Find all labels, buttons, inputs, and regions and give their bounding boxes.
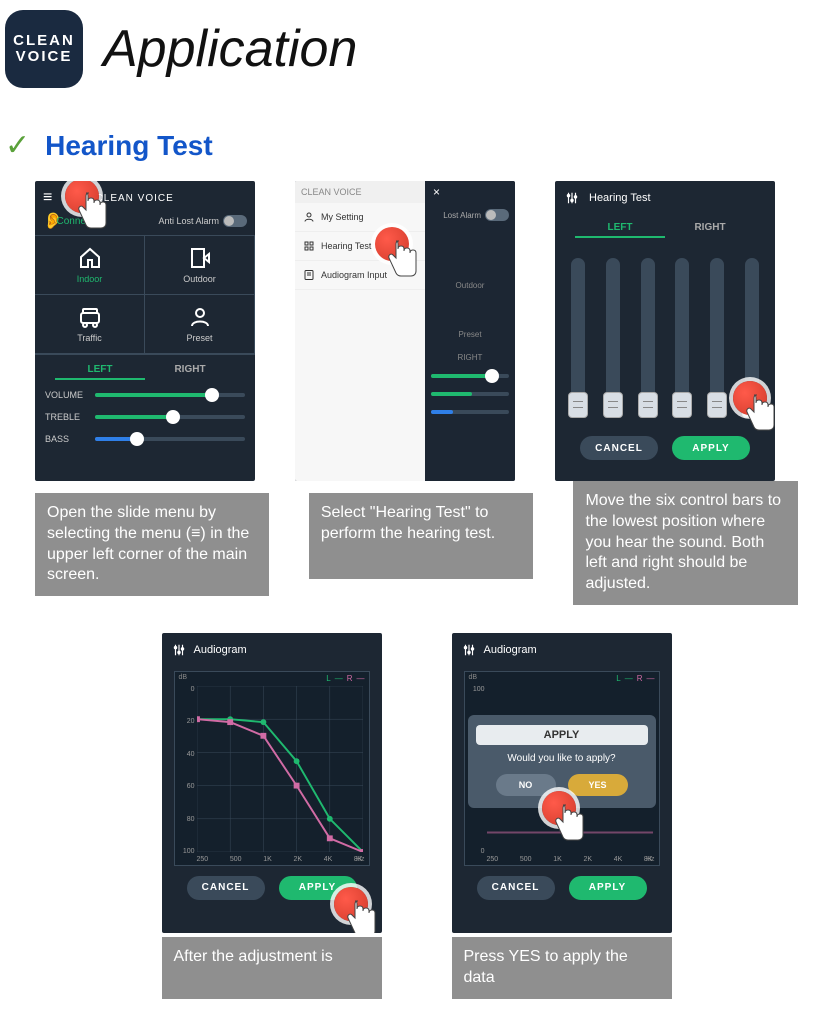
hearing-test-title: Hearing Test [589,192,651,204]
tab-right[interactable]: RIGHT [145,361,235,380]
anti-lost-toggle[interactable] [223,215,247,227]
y-axis: 020406080100 [173,686,195,855]
close-icon[interactable]: × [433,185,509,199]
page-header: CLEAN VOICE Application [0,0,833,88]
mode-preset-label: Preset [186,333,212,343]
ht-tab-left[interactable]: LEFT [575,219,665,238]
caption-2: Select "Hearing Test" to perform the hea… [309,493,534,579]
modal-text: Would you like to apply? [476,753,648,764]
x-axis: 2505001K2K4K8K [197,856,363,863]
caption-5: Press YES to apply the data [452,937,672,999]
frequency-sliders [555,248,775,418]
logo-line1: CLEAN [13,33,75,50]
menu-audiogram-input[interactable]: Audiogram Input [295,261,425,290]
audiogram-title-2: Audiogram [484,644,537,656]
legend-left: L [326,674,330,683]
menu-hearing-test-label: Hearing Test [321,241,371,251]
menu-my-setting[interactable]: My Setting [295,203,425,232]
hamburger-icon[interactable]: ≡ [43,189,52,207]
apply-button[interactable]: APPLY [569,876,647,900]
cancel-button[interactable]: CANCEL [477,876,555,900]
section-header: ✓ Hearing Test [0,128,833,163]
screenshot-audiogram: Audiogram dB Hz L — R — 020406080100 250… [162,633,382,933]
slider-volume-label: VOLUME [45,390,87,400]
sliders-icon [565,191,579,205]
page-title: Application [103,19,357,79]
caption-row-2: After the adjustment is Press YES to app… [0,937,833,999]
ear-tabs: LEFT RIGHT [35,355,255,384]
connection-status: Connected [57,216,105,227]
tab-left[interactable]: LEFT [55,361,145,380]
check-icon: ✓ [5,128,30,163]
mode-indoor[interactable]: Indoor [35,236,145,295]
caption-3: Move the six control bars to the lowest … [573,481,798,605]
slider-bass[interactable]: BASS [35,428,255,450]
slider-treble-label: TREBLE [45,412,87,422]
modal-title: APPLY [476,725,648,745]
mode-outdoor-label: Outdoor [183,274,216,284]
freq-slider-3[interactable] [641,258,655,418]
section-title: Hearing Test [45,130,213,162]
screenshot-apply-modal: Audiogram dB Hz L—R— 1000 2505001K2K4K8K… [452,633,672,933]
freq-slider-2[interactable] [606,258,620,418]
db-label: dB [179,674,188,681]
app-name-label: CLEAN VOICE [96,193,174,204]
mode-traffic-label: Traffic [77,333,102,343]
legend-right: R [347,674,353,683]
mode-traffic[interactable]: Traffic [35,295,145,354]
apply-button[interactable]: APPLY [279,876,357,900]
slide-menu: CLEAN VOICE My Setting Hearing Test Audi… [295,181,425,481]
mode-preset[interactable]: Preset [145,295,255,354]
app-logo: CLEAN VOICE [5,10,83,88]
lost-alarm-toggle[interactable] [485,209,509,221]
slide-menu-header: CLEAN VOICE [301,187,362,197]
slider-treble[interactable]: TREBLE [35,406,255,428]
audiogram-chart: dB Hz L — R — 020406080100 2505001K2K4K8… [174,671,370,866]
chart-lines [197,686,363,852]
tab-right-dim: RIGHT [425,353,515,362]
mode-grid: Indoor Outdoor Traffic Preset [35,235,255,355]
apply-button[interactable]: APPLY [672,436,750,460]
modal-no-button[interactable]: NO [496,774,556,796]
freq-slider-4[interactable] [675,258,689,418]
cancel-button[interactable]: CANCEL [187,876,265,900]
modal-yes-button[interactable]: YES [568,774,628,796]
caption-4: After the adjustment is [162,937,382,999]
logo-line2: VOICE [16,49,73,66]
caption-row-1: Open the slide menu by selecting the men… [0,481,833,605]
freq-slider-6[interactable] [745,258,759,418]
screenshot-hearing-test: Hearing Test LEFT RIGHT CANCEL APPLY [555,181,775,481]
sliders-icon [462,643,476,657]
mode-preset-dim: Preset [425,330,515,339]
slider-bass-label: BASS [45,434,87,444]
lost-alarm-label: Lost Alarm [443,211,481,220]
anti-lost-label: Anti Lost Alarm [158,216,219,226]
mode-outdoor-dim: Outdoor [425,281,515,290]
caption-1: Open the slide menu by selecting the men… [35,493,269,596]
ht-tab-right[interactable]: RIGHT [665,219,755,238]
screenshot-main-screen: ≡ CLEAN VOICE 👂 Connected Anti Lost Alar… [35,181,255,481]
cancel-button[interactable]: CANCEL [580,436,658,460]
chart-legend: L — R — [326,674,364,683]
menu-hearing-test[interactable]: Hearing Test [295,232,425,261]
freq-slider-5[interactable] [710,258,724,418]
menu-audiogram-input-label: Audiogram Input [321,270,387,280]
screenshot-side-menu: Lost Alarm Outdoor Preset RIGHT CLEAN VO… [295,181,515,481]
apply-modal: APPLY Would you like to apply? NO YES [468,715,656,808]
sliders-icon [172,643,186,657]
screenshot-row-1: ≡ CLEAN VOICE 👂 Connected Anti Lost Alar… [0,181,833,481]
slider-volume[interactable]: VOLUME [35,384,255,406]
freq-slider-1[interactable] [571,258,585,418]
screenshot-row-2: Audiogram dB Hz L — R — 020406080100 250… [0,633,833,933]
mode-outdoor[interactable]: Outdoor [145,236,255,295]
mode-indoor-label: Indoor [77,274,103,284]
audiogram-title: Audiogram [194,644,247,656]
menu-my-setting-label: My Setting [321,212,364,222]
